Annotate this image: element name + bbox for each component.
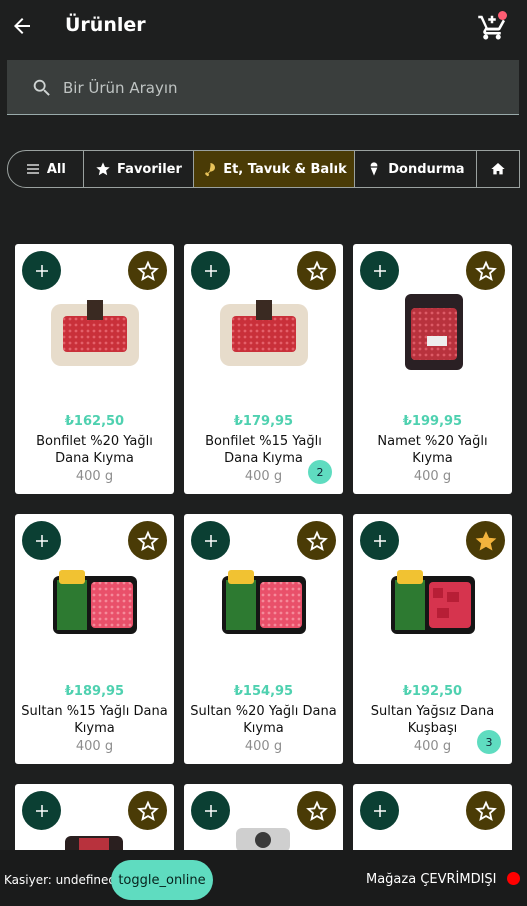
product-card[interactable]: ₺199,95 Namet %20 Yağlı Kıyma 400 g xyxy=(353,244,512,494)
list-icon xyxy=(26,164,39,174)
add-to-cart-button[interactable] xyxy=(360,521,399,560)
search-icon xyxy=(33,79,50,96)
top-bar: Ürünler xyxy=(0,0,527,54)
product-card[interactable]: ₺189,95 Sultan %15 Yağlı Dana Kıyma 400 … xyxy=(15,514,174,764)
drumstick-icon xyxy=(205,163,216,177)
add-to-cart-button[interactable] xyxy=(360,251,399,290)
product-image xyxy=(236,828,290,850)
product-card[interactable] xyxy=(353,784,512,850)
star-filled-icon xyxy=(475,530,496,551)
favorite-button[interactable] xyxy=(466,521,505,560)
product-image xyxy=(391,570,475,634)
star-outline-icon xyxy=(474,260,497,281)
add-to-cart-button[interactable] xyxy=(191,791,230,830)
product-price: ₺189,95 xyxy=(64,684,125,699)
plus-icon xyxy=(373,264,386,277)
cashier-label: Kasiyer: undefined xyxy=(4,873,117,887)
product-card[interactable]: ₺179,95 Bonfilet %15 Yağlı Dana Kıyma 40… xyxy=(184,244,343,494)
category-tabs: All Favoriler Et, Tavuk & Balık Dondurma xyxy=(7,150,520,188)
plus-icon xyxy=(35,534,48,547)
product-price: ₺199,95 xyxy=(402,414,463,429)
tab-label: Dondurma xyxy=(388,161,465,177)
add-to-cart-button[interactable] xyxy=(191,521,230,560)
product-price: ₺192,50 xyxy=(402,684,463,699)
toggle-online-button[interactable]: toggle_online xyxy=(111,860,213,900)
product-name: Sultan %20 Yağlı Dana Kıyma xyxy=(190,704,337,736)
product-price: ₺162,50 xyxy=(64,414,125,429)
product-weight: 400 g xyxy=(75,739,114,754)
product-card[interactable]: ₺154,95 Sultan %20 Yağlı Dana Kıyma 400 … xyxy=(184,514,343,764)
favorite-button[interactable] xyxy=(297,521,336,560)
search-bar xyxy=(7,60,519,115)
tab-et-tavuk-balik[interactable]: Et, Tavuk & Balık xyxy=(194,151,355,187)
arrow-left-icon[interactable] xyxy=(10,14,34,38)
favorite-button[interactable] xyxy=(466,791,505,830)
search-input[interactable] xyxy=(63,74,493,102)
home-icon xyxy=(491,163,505,175)
app: Ürünler All Favoriler Et, Tavuk & Balık … xyxy=(0,0,527,906)
tab-label: Favoriler xyxy=(117,161,182,177)
star-outline-icon xyxy=(305,260,328,281)
plus-icon xyxy=(373,534,386,547)
favorite-button[interactable] xyxy=(128,791,167,830)
product-name: Bonfilet %20 Yağlı Dana Kıyma xyxy=(36,434,153,466)
favorite-button[interactable] xyxy=(297,791,336,830)
add-to-cart-button[interactable] xyxy=(22,251,61,290)
product-image xyxy=(220,300,308,366)
tab-label: Et, Tavuk & Balık xyxy=(223,161,347,177)
ice-cream-icon xyxy=(370,162,378,176)
star-outline-icon xyxy=(305,530,328,551)
tab-all[interactable]: All xyxy=(8,151,84,187)
product-image xyxy=(222,570,306,634)
tab-home[interactable] xyxy=(477,151,519,187)
plus-icon xyxy=(35,804,48,817)
star-outline-icon xyxy=(136,530,159,551)
star-outline-icon xyxy=(474,800,497,821)
plus-icon xyxy=(204,534,217,547)
product-weight: 400 g xyxy=(75,469,114,484)
favorite-button[interactable] xyxy=(128,521,167,560)
plus-icon xyxy=(204,264,217,277)
favorite-button[interactable] xyxy=(466,251,505,290)
page-title: Ürünler xyxy=(65,14,146,36)
product-card[interactable]: ₺192,50 Sultan Yağsız Dana Kuşbaşı 400 g… xyxy=(353,514,512,764)
add-to-cart-button[interactable] xyxy=(360,791,399,830)
add-to-cart-button[interactable] xyxy=(22,521,61,560)
tab-label: All xyxy=(46,161,66,177)
plus-icon xyxy=(35,264,48,277)
product-image xyxy=(53,570,137,634)
product-weight: 400 g xyxy=(413,469,452,484)
product-card[interactable] xyxy=(184,784,343,850)
tab-favoriler[interactable]: Favoriler xyxy=(84,151,195,187)
plus-icon xyxy=(373,804,386,817)
star-outline-icon xyxy=(136,260,159,281)
product-image xyxy=(65,836,123,850)
product-image xyxy=(51,300,139,366)
product-weight: 400 g xyxy=(244,739,283,754)
product-price: ₺154,95 xyxy=(233,684,294,699)
product-card[interactable]: ₺162,50 Bonfilet %20 Yağlı Dana Kıyma 40… xyxy=(15,244,174,494)
status-bar: Kasiyer: undefined toggle_online Mağaza … xyxy=(0,850,527,906)
add-to-cart-button[interactable] xyxy=(191,251,230,290)
cart-quantity-badge: 3 xyxy=(477,730,501,754)
star-outline-icon xyxy=(305,800,328,821)
cart-badge xyxy=(498,11,507,20)
product-name: Sultan %15 Yağlı Dana Kıyma xyxy=(21,704,168,736)
store-status-text: Mağaza ÇEVRİMDIŞI xyxy=(366,872,497,887)
star-outline-icon xyxy=(136,800,159,821)
product-price: ₺179,95 xyxy=(233,414,294,429)
product-image xyxy=(405,294,463,370)
tab-dondurma[interactable]: Dondurma xyxy=(355,151,478,187)
product-card[interactable] xyxy=(15,784,174,850)
star-icon xyxy=(96,162,110,176)
plus-icon xyxy=(204,804,217,817)
add-to-cart-button[interactable] xyxy=(22,791,61,830)
status-indicator xyxy=(507,872,520,885)
favorite-button[interactable] xyxy=(297,251,336,290)
favorite-button[interactable] xyxy=(128,251,167,290)
cart-quantity-badge: 2 xyxy=(308,460,332,484)
product-name: Namet %20 Yağlı Kıyma xyxy=(377,434,488,466)
